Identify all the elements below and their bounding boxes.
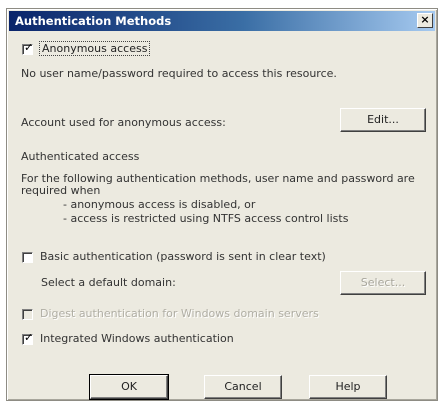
anonymous-access-checkbox[interactable]: ✓ [22, 41, 34, 55]
authenticated-access-heading: Authenticated access [21, 150, 140, 163]
authentication-methods-dialog: Authentication Methods × ✓ Anonymous acc… [6, 8, 438, 401]
default-domain-label: Select a default domain: [41, 276, 176, 289]
anonymous-description: No user name/password required to access… [21, 67, 337, 80]
condition-ntfs-restricted: - access is restricted using NTFS access… [63, 212, 349, 225]
integrated-windows-authentication-checkbox[interactable]: ✓ [22, 331, 34, 345]
basic-authentication-label[interactable]: Basic authentication (password is sent i… [40, 250, 326, 263]
anonymous-account-label: Account used for anonymous access: [21, 116, 226, 129]
integrated-windows-authentication-label[interactable]: Integrated Windows authentication [40, 332, 234, 345]
title-bar[interactable]: Authentication Methods × [9, 11, 435, 31]
select-domain-button[interactable]: Select... [340, 271, 426, 295]
checkmark-icon: ✓ [24, 41, 34, 54]
cancel-button[interactable]: Cancel [204, 375, 282, 399]
dialog-title: Authentication Methods [15, 14, 172, 28]
basic-authentication-checkbox[interactable] [22, 252, 33, 263]
close-button[interactable]: × [417, 13, 433, 28]
edit-button[interactable]: Edit... [340, 108, 426, 132]
ok-button[interactable]: OK [89, 374, 169, 400]
checkmark-icon: ✓ [24, 331, 34, 344]
close-icon: × [420, 13, 430, 26]
condition-anonymous-disabled: - anonymous access is disabled, or [63, 198, 256, 211]
help-button[interactable]: Help [309, 375, 387, 399]
anonymous-access-label[interactable]: Anonymous access [39, 41, 151, 56]
authenticated-description-line2: required when [21, 184, 101, 197]
digest-authentication-checkbox[interactable] [22, 309, 33, 320]
digest-authentication-label[interactable]: Digest authentication for Windows domain… [40, 307, 319, 320]
